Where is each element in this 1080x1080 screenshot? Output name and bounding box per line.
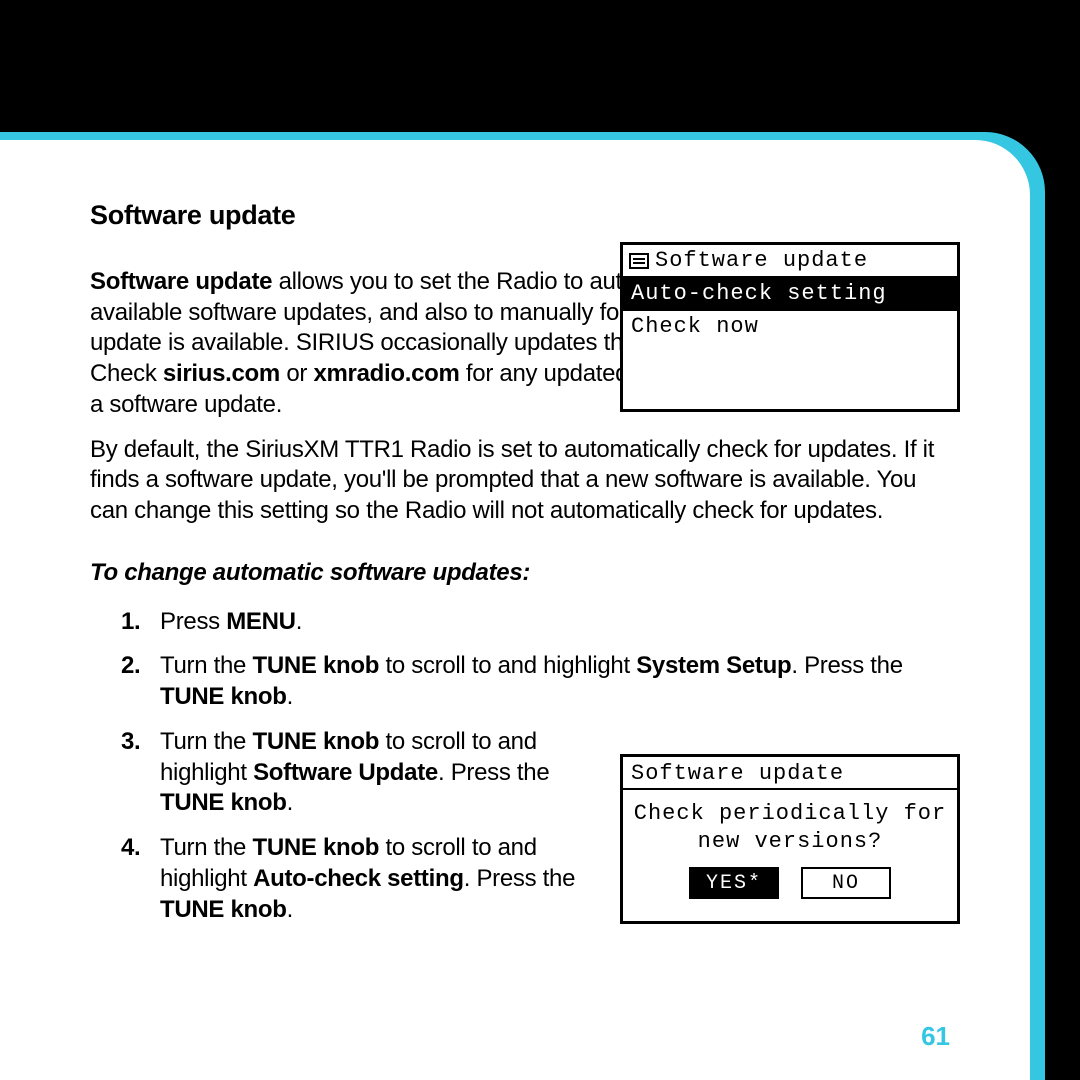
step-text: Turn the <box>160 652 252 679</box>
lcd2-message: Check periodically for new versions? <box>623 790 957 861</box>
step-number: 2. <box>121 651 140 682</box>
lcd2-msg-line2: new versions? <box>698 829 883 854</box>
step-text: Press <box>160 608 226 635</box>
step-text: to scroll to and highlight <box>379 652 636 679</box>
step-bold: Auto-check setting <box>253 865 464 892</box>
step-bold: System Setup <box>636 652 791 679</box>
lcd-screen-confirm: Software update Check periodically for n… <box>620 754 960 924</box>
step-number: 3. <box>121 727 140 758</box>
lcd-screen-menu: Software update Auto-check setting Check… <box>620 242 960 412</box>
page-content: Software update Software update allows y… <box>0 140 1030 1080</box>
section-title: Software update <box>90 200 960 231</box>
step-text: Turn the <box>160 834 252 861</box>
link-xmradio: xmradio.com <box>313 360 459 387</box>
step-1: 1. Press MENU. <box>156 607 960 638</box>
step-bold: Software Update <box>253 759 438 786</box>
step-bold: TUNE knob <box>160 683 287 710</box>
step-text: . <box>287 789 293 816</box>
lcd-title: Software update <box>655 248 868 273</box>
page-number: 61 <box>921 1021 950 1052</box>
step-text: . <box>296 608 302 635</box>
step-text: . Press the <box>791 652 902 679</box>
lcd-row-autocheck: Auto-check setting <box>623 278 957 311</box>
step-bold: TUNE knob <box>160 789 287 816</box>
step-bold: TUNE knob <box>160 896 287 923</box>
step-text: . <box>287 896 293 923</box>
step-2: 2. Turn the TUNE knob to scroll to and h… <box>156 651 960 712</box>
step-bold: TUNE knob <box>252 834 379 861</box>
lcd-title-row: Software update <box>623 245 957 278</box>
step-number: 4. <box>121 833 140 864</box>
step-bold: TUNE knob <box>252 652 379 679</box>
intro-or: or <box>280 360 313 387</box>
step-number: 1. <box>121 607 140 638</box>
step-text: . <box>287 683 293 710</box>
page-border: Software update Software update allows y… <box>0 132 1045 1080</box>
lcd2-msg-line1: Check periodically for <box>634 801 946 826</box>
step-text: Turn the <box>160 728 252 755</box>
step-bold: TUNE knob <box>252 728 379 755</box>
list-icon <box>629 253 649 269</box>
step-text: . Press the <box>438 759 549 786</box>
lcd2-yes-button: YES* <box>689 867 779 899</box>
link-sirius: sirius.com <box>163 360 280 387</box>
step-text: . Press the <box>464 865 575 892</box>
paragraph-2: By default, the SiriusXM TTR1 Radio is s… <box>90 435 960 527</box>
lcd2-no-button: NO <box>801 867 891 899</box>
intro-bold: Software update <box>90 268 272 295</box>
sub-heading: To change automatic software updates: <box>90 559 960 587</box>
lcd-row-checknow: Check now <box>623 311 957 344</box>
lcd2-buttons: YES* NO <box>623 867 957 899</box>
lcd2-title: Software update <box>623 757 957 790</box>
step-bold: MENU <box>226 608 295 635</box>
